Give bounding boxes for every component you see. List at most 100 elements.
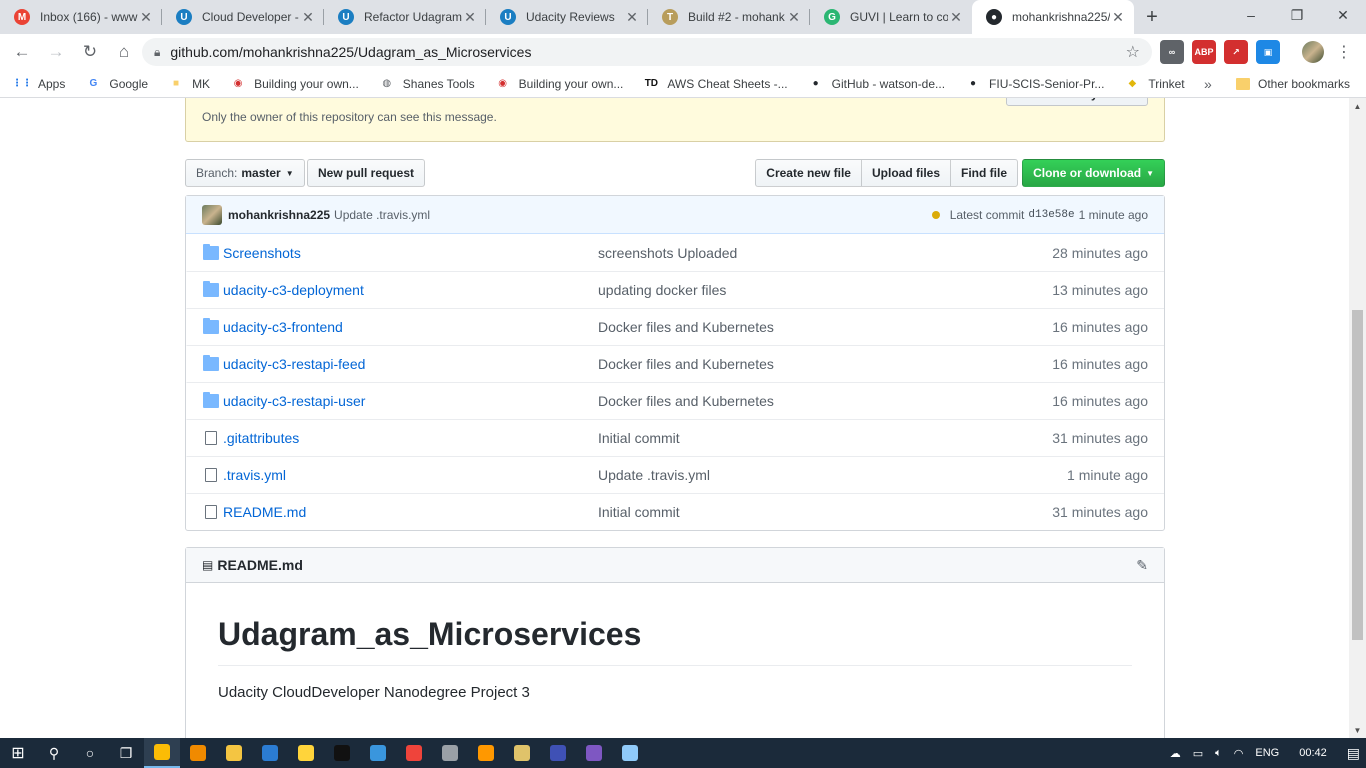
taskbar-app-python[interactable] <box>288 738 324 768</box>
bookmark-item[interactable]: G Google <box>85 76 148 92</box>
file-name-link[interactable]: .gitattributes <box>223 430 299 446</box>
battery-icon[interactable]: ▭ <box>1193 747 1203 760</box>
taskbar-app-anydesk[interactable] <box>396 738 432 768</box>
close-icon[interactable]: ✕ <box>1320 0 1366 30</box>
menu-icon[interactable]: ⋮ <box>1336 42 1352 62</box>
close-tab-icon[interactable]: ✕ <box>462 9 478 26</box>
file-commit-message[interactable]: Initial commit <box>598 430 680 446</box>
browser-tab[interactable]: G GUVI | Learn to co ✕ <box>810 0 972 34</box>
minimize-icon[interactable]: – <box>1228 0 1274 30</box>
notifications-icon[interactable]: ▤ <box>1347 745 1360 762</box>
build-status-icon[interactable] <box>931 210 940 219</box>
other-bookmarks[interactable]: Other bookmarks <box>1236 77 1350 91</box>
bookmark-item[interactable]: ◆ Trinket <box>1124 76 1185 92</box>
back-icon[interactable]: ← <box>6 36 38 68</box>
adblock-icon[interactable]: ABP <box>1192 40 1216 64</box>
file-name-link[interactable]: Screenshots <box>223 245 301 261</box>
pencil-icon[interactable]: ✎ <box>1136 557 1148 574</box>
security-alerts-button[interactable]: View security alerts <box>1006 98 1148 106</box>
taskbar-app-tool[interactable] <box>504 738 540 768</box>
close-tab-icon[interactable]: ✕ <box>948 9 964 26</box>
file-name-link[interactable]: .travis.yml <box>223 467 286 483</box>
address-bar[interactable]: 🔒︎ github.com/mohankrishna225/Udagram_as… <box>142 38 1152 66</box>
wifi-icon[interactable]: ◠ <box>1234 747 1244 760</box>
close-tab-icon[interactable]: ✕ <box>1110 9 1126 26</box>
file-name-link[interactable]: udacity-c3-restapi-user <box>223 393 365 409</box>
bookmark-star-icon[interactable]: ☆ <box>1126 42 1140 62</box>
file-commit-message[interactable]: Docker files and Kubernetes <box>598 356 774 372</box>
taskbar-app-database[interactable] <box>432 738 468 768</box>
home-icon[interactable]: ⌂ <box>108 36 140 68</box>
file-commit-message[interactable]: Docker files and Kubernetes <box>598 393 774 409</box>
taskbar-app-discord[interactable] <box>576 738 612 768</box>
forward-icon[interactable]: → <box>40 36 72 68</box>
search-icon[interactable]: ⚲ <box>36 738 72 768</box>
bookmark-item[interactable]: ◉ Building your own... <box>230 76 359 92</box>
file-name-link[interactable]: udacity-c3-frontend <box>223 319 343 335</box>
commit-sha[interactable]: d13e58e <box>1028 209 1074 221</box>
taskbar-app-vlc[interactable] <box>180 738 216 768</box>
create-new-file-button[interactable]: Create new file <box>755 159 862 187</box>
browser-tab[interactable]: M Inbox (166) - www ✕ <box>0 0 162 34</box>
file-commit-message[interactable]: Initial commit <box>598 504 680 520</box>
file-name-link[interactable]: udacity-c3-deployment <box>223 282 364 298</box>
profile-avatar[interactable] <box>1302 41 1324 63</box>
scroll-down-icon[interactable]: ▼ <box>1349 722 1366 738</box>
bookmarks-overflow[interactable]: » <box>1204 76 1212 92</box>
taskbar-app-notepad[interactable] <box>612 738 648 768</box>
file-name-link[interactable]: udacity-c3-restapi-feed <box>223 356 365 372</box>
close-tab-icon[interactable]: ✕ <box>786 9 802 26</box>
bookmark-item[interactable]: ● GitHub - watson-de... <box>808 76 945 92</box>
pdf-icon[interactable]: ↗ <box>1224 40 1248 64</box>
clock[interactable]: 00:42 <box>1299 747 1327 759</box>
taskbar-app-control[interactable] <box>360 738 396 768</box>
file-commit-message[interactable]: Docker files and Kubernetes <box>598 319 774 335</box>
screen-icon[interactable]: ▣ <box>1256 40 1280 64</box>
taskbar-app-chrome[interactable] <box>144 738 180 768</box>
commit-author[interactable]: mohankrishna225 <box>228 208 330 222</box>
bookmark-item[interactable]: ● FIU-SCIS-Senior-Pr... <box>965 76 1104 92</box>
browser-tab[interactable]: T Build #2 - mohank ✕ <box>648 0 810 34</box>
bookmark-item[interactable]: ◍ Shanes Tools <box>379 76 474 92</box>
taskbar-app-cmd[interactable] <box>324 738 360 768</box>
clone-or-download-button[interactable]: Clone or download ▼ <box>1022 159 1165 187</box>
cortana-icon[interactable]: ○ <box>72 738 108 768</box>
cloud-icon[interactable]: ☁ <box>1170 747 1181 760</box>
close-tab-icon[interactable]: ✕ <box>138 9 154 26</box>
new-tab-button[interactable]: + <box>1134 0 1170 34</box>
page-scrollbar[interactable]: ▲ ▼ <box>1349 98 1366 738</box>
scroll-thumb[interactable] <box>1352 310 1363 640</box>
taskbar-app-mail[interactable] <box>252 738 288 768</box>
browser-tab[interactable]: U Refactor Udagram ✕ <box>324 0 486 34</box>
file-commit-message[interactable]: updating docker files <box>598 282 726 298</box>
volume-icon[interactable]: 🔈︎ <box>1215 747 1222 760</box>
file-commit-message[interactable]: screenshots Uploaded <box>598 245 737 261</box>
bookmark-item[interactable]: TD AWS Cheat Sheets -... <box>643 76 788 92</box>
taskbar-app-calendar[interactable] <box>540 738 576 768</box>
reload-icon[interactable]: ↻ <box>74 36 106 68</box>
file-commit-message[interactable]: Update .travis.yml <box>598 467 710 483</box>
task-view-icon[interactable]: ❐ <box>108 738 144 768</box>
browser-tab[interactable]: U Cloud Developer - ✕ <box>162 0 324 34</box>
commit-message[interactable]: Update .travis.yml <box>334 208 430 222</box>
browser-tab[interactable]: U Udacity Reviews ✕ <box>486 0 648 34</box>
bookmark-item[interactable]: ◉ Building your own... <box>495 76 623 92</box>
avatar[interactable] <box>202 204 222 225</box>
new-pull-request-button[interactable]: New pull request <box>307 159 426 187</box>
extension-icon[interactable]: ∞ <box>1160 40 1184 64</box>
taskbar-app-sublime[interactable] <box>468 738 504 768</box>
windows-start-icon[interactable]: ⊞ <box>0 738 36 768</box>
find-file-button[interactable]: Find file <box>950 159 1018 187</box>
close-tab-icon[interactable]: ✕ <box>624 9 640 26</box>
maximize-icon[interactable]: ❐ <box>1274 0 1320 30</box>
taskbar-app-explorer[interactable] <box>216 738 252 768</box>
language-indicator[interactable]: ENG <box>1255 747 1279 759</box>
upload-files-button[interactable]: Upload files <box>860 159 951 187</box>
browser-tab[interactable]: ● mohankrishna225/✕ <box>972 0 1134 34</box>
scroll-up-icon[interactable]: ▲ <box>1349 98 1366 114</box>
branch-select[interactable]: Branch: master ▼ <box>185 159 305 187</box>
file-name-link[interactable]: README.md <box>223 504 306 520</box>
close-tab-icon[interactable]: ✕ <box>300 9 316 26</box>
bookmark-item[interactable]: ⋮⋮ Apps <box>12 76 65 92</box>
bookmark-item[interactable]: ■ MK <box>168 76 210 92</box>
